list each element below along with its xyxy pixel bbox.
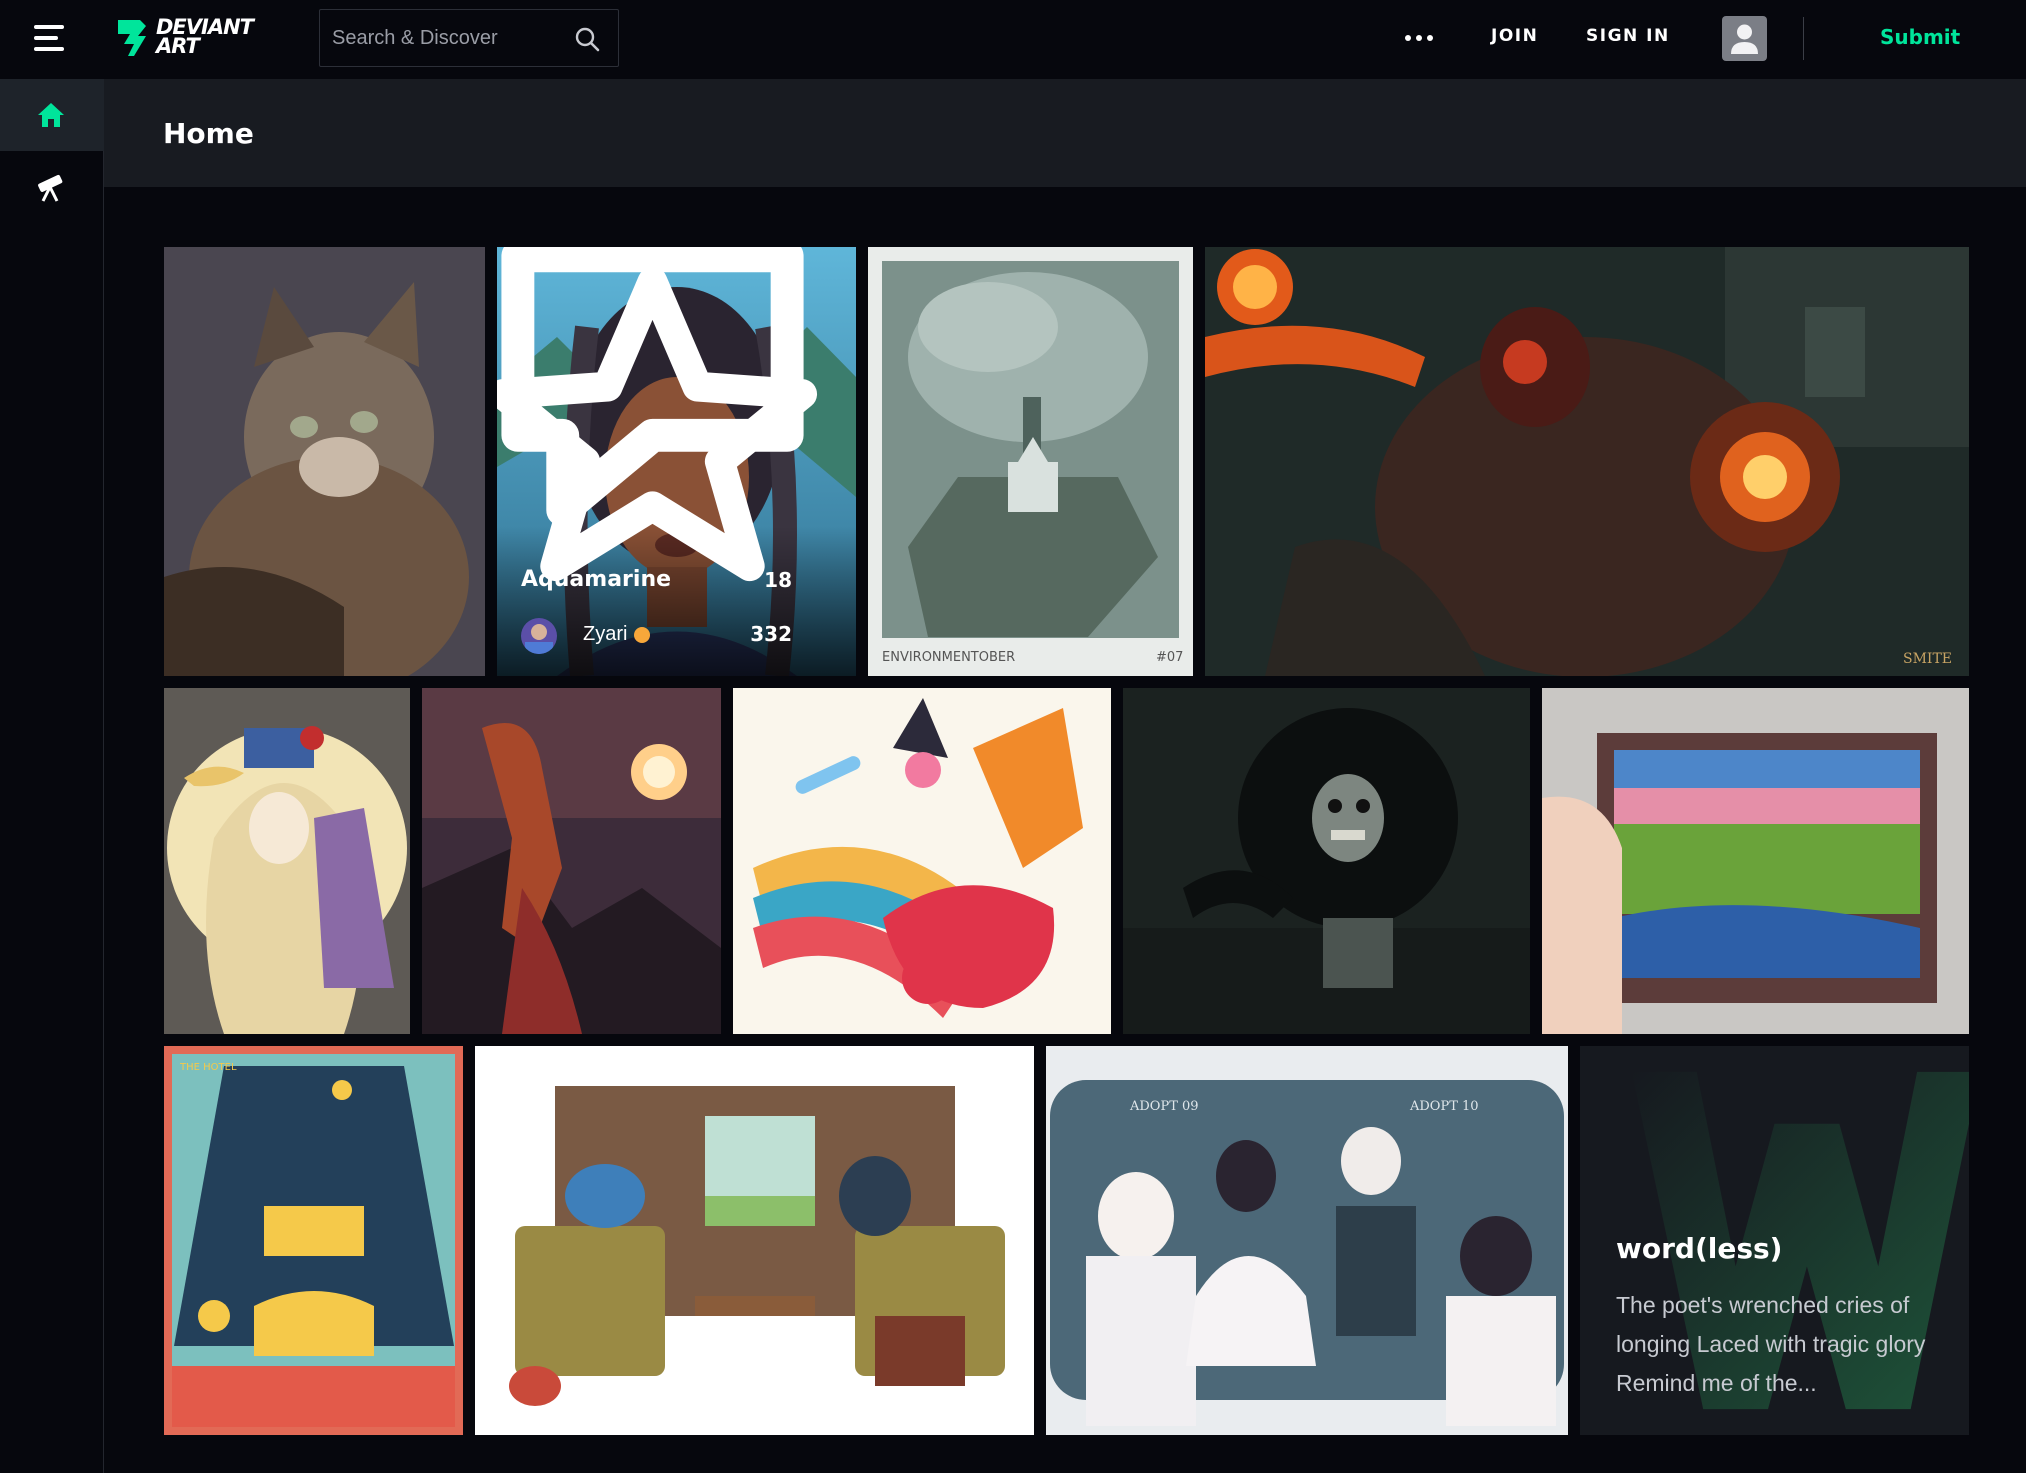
top-bar: DEVIANT ART JOIN SIGN IN Submit bbox=[0, 0, 2026, 79]
nav-divider bbox=[1803, 17, 1804, 60]
artwork-shadow-creature[interactable] bbox=[1123, 688, 1530, 1034]
logo-text: DEVIANT ART bbox=[156, 15, 254, 58]
artwork-cat[interactable] bbox=[164, 247, 485, 676]
search-bar bbox=[319, 9, 619, 67]
home-icon bbox=[38, 103, 64, 127]
deviantart-logo[interactable]: DEVIANT ART bbox=[116, 16, 266, 60]
sign-in-link[interactable]: SIGN IN bbox=[1586, 26, 1670, 46]
sidebar-item-home[interactable] bbox=[0, 79, 104, 151]
hotel-caption: THE HOTEL bbox=[179, 1062, 237, 1073]
sidebar bbox=[0, 79, 104, 1473]
sidebar-item-explore[interactable] bbox=[0, 151, 104, 221]
telescope-icon bbox=[38, 174, 63, 202]
environmentober-number: #07 bbox=[1156, 650, 1183, 665]
page-title: Home bbox=[163, 117, 254, 150]
literature-title[interactable]: word(less) bbox=[1616, 1232, 1782, 1265]
artwork-moon-lady[interactable] bbox=[164, 688, 410, 1034]
artwork-witch-dragon[interactable] bbox=[733, 688, 1111, 1034]
artwork-the-hotel[interactable]: THE HOTEL bbox=[164, 1046, 463, 1435]
star-icon[interactable] bbox=[497, 247, 832, 646]
menu-icon[interactable] bbox=[34, 25, 64, 51]
literature-card[interactable]: word(less) The poet's wrenched cries of … bbox=[1580, 1046, 1969, 1435]
smite-watermark: SMITE bbox=[1903, 651, 1952, 667]
search-input[interactable] bbox=[332, 10, 572, 66]
deviantart-mark-icon bbox=[118, 20, 146, 56]
artwork-fire-spirit[interactable] bbox=[422, 688, 721, 1034]
adopt-right-label: ADOPT 10 bbox=[1409, 1099, 1479, 1114]
artwork-aquamarine[interactable]: Aquamarine 18 Zyari 332 bbox=[497, 247, 856, 676]
artwork-adoptables[interactable]: ADOPT 09 ADOPT 10 bbox=[1046, 1046, 1568, 1435]
user-avatar-icon[interactable] bbox=[1722, 16, 1767, 61]
more-dots-icon[interactable] bbox=[1405, 28, 1437, 48]
artwork-quilled-landscape[interactable] bbox=[1542, 688, 1969, 1034]
search-icon[interactable] bbox=[574, 26, 600, 52]
literature-excerpt: The poet's wrenched cries of longing Lac… bbox=[1616, 1292, 1926, 1396]
artwork-smite-warrior[interactable]: SMITE bbox=[1205, 247, 1969, 676]
join-link[interactable]: JOIN bbox=[1491, 26, 1538, 46]
page-header: Home bbox=[104, 79, 2026, 187]
submit-button[interactable]: Submit bbox=[1880, 25, 1960, 49]
artwork-environmentober[interactable]: ENVIRONMENTOBER #07 bbox=[868, 247, 1193, 676]
artwork-train-cabin[interactable] bbox=[475, 1046, 1034, 1435]
adopt-left-label: ADOPT 09 bbox=[1129, 1099, 1199, 1114]
environmentober-label: ENVIRONMENTOBER bbox=[882, 650, 1015, 665]
